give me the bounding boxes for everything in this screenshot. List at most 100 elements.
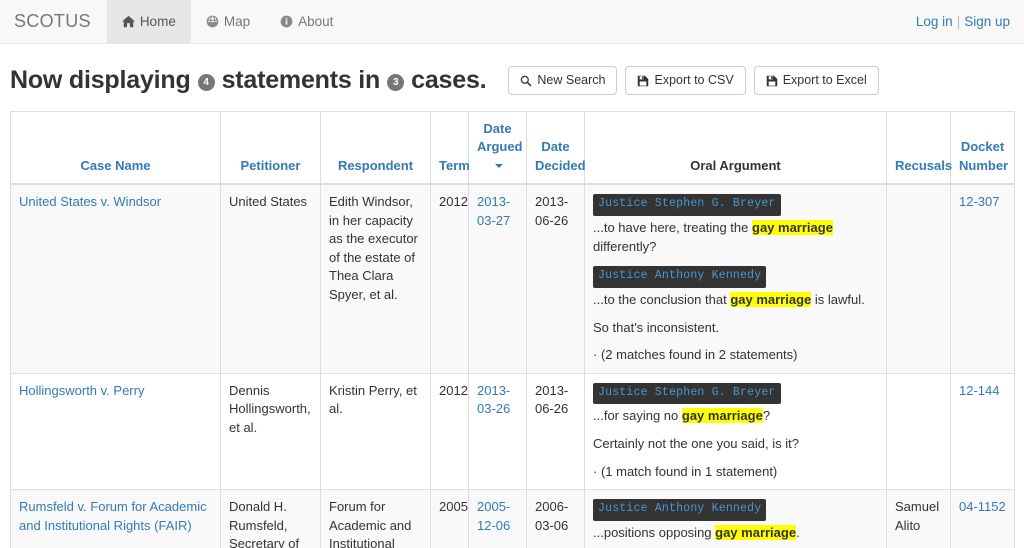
quote-text: ...to have here, treating the gay marria… (593, 219, 878, 257)
quote-fragment: is lawful. (811, 291, 865, 307)
export-excel-button[interactable]: Export to Excel (753, 66, 879, 95)
new-search-label: New Search (537, 73, 606, 87)
cell-recusals: Samuel Alito (886, 489, 951, 548)
quote-fragment: ...positions opposing (593, 524, 716, 540)
quote-extra-line: So that's inconsistent. (593, 319, 720, 335)
cell-date-decided: 2013-06-26 (526, 372, 585, 491)
quote-extra-line: Certainly not the one you said, is it? (593, 436, 799, 452)
sort-term[interactable]: Term (439, 158, 470, 173)
results-heading-row: Now displaying 4 statements in 3 cases. … (0, 44, 1024, 111)
sort-date-argued[interactable]: Date Argued (477, 121, 523, 154)
cell-recusals (886, 372, 951, 491)
sort-date-decided[interactable]: Date Decided (535, 139, 586, 172)
cell-term: 2012 (430, 183, 469, 374)
quote-fragment: ...for saying no (593, 408, 682, 424)
new-search-button[interactable]: New Search (508, 66, 618, 95)
save-icon (766, 75, 778, 87)
search-highlight: gay marriage (715, 524, 797, 540)
cell-case-name: Rumsfeld v. Forum for Academic and Insti… (10, 489, 221, 548)
signup-link[interactable]: Sign up (964, 14, 1010, 29)
quote-text: ...for saying no gay marriage? (593, 407, 878, 426)
column-header-petitioner[interactable]: Petitioner (220, 111, 321, 186)
cell-petitioner: Donald H. Rumsfeld, Secretary of Defense… (220, 489, 321, 548)
date-argued-link[interactable]: 2005-12-06 (477, 499, 510, 532)
table-row: United States v. Windsor United States Edi… (10, 183, 1015, 374)
cell-term: 2005 (430, 489, 469, 548)
info-icon (280, 15, 293, 28)
cell-respondent: Edith Windsor, in her capacity as the ex… (320, 183, 431, 374)
cell-oral-argument: Justice Stephen G. Breyer ...to have here… (584, 183, 887, 374)
cell-recusals (886, 183, 951, 374)
nav-item-map[interactable]: Map (191, 0, 265, 43)
column-header-respondent[interactable]: Respondent (320, 111, 431, 186)
cell-docket-number: 12-307 (950, 183, 1015, 374)
cell-petitioner: Dennis Hollingsworth, et al. (220, 372, 321, 491)
cell-docket-number: 04-1152 (950, 489, 1015, 548)
sort-case-name[interactable]: Case Name (80, 158, 150, 173)
globe-icon (206, 15, 219, 28)
table-row: Rumsfeld v. Forum for Academic and Insti… (10, 489, 1015, 548)
quote-fragment: ...to have here, treating the (593, 219, 752, 235)
date-argued-link[interactable]: 2013-03-27 (477, 194, 510, 227)
cell-oral-argument: Justice Anthony Kennedy ...positions oppo… (584, 489, 887, 548)
sort-petitioner[interactable]: Petitioner (241, 158, 301, 173)
column-header-date-argued[interactable]: Date Argued (468, 111, 527, 186)
results-table-wrapper: Case Name Petitioner Respondent Term Dat… (0, 111, 1024, 548)
brand-logo[interactable]: SCOTUS (0, 0, 107, 43)
nav-item-home[interactable]: Home (106, 0, 191, 43)
cell-date-decided: 2013-06-26 (526, 183, 585, 374)
headline-prefix: Now displaying (10, 66, 191, 94)
quote-fragment: ...to the conclusion that (593, 291, 731, 307)
date-argued-link[interactable]: 2013-03-26 (477, 383, 510, 416)
search-icon (520, 75, 532, 87)
table-header: Case Name Petitioner Respondent Term Dat… (10, 111, 1015, 186)
table-row: Hollingsworth v. Perry Dennis Hollingswor… (10, 372, 1015, 491)
cell-date-argued: 2005-12-06 (468, 489, 527, 548)
quote-fragment: differently? (593, 238, 657, 254)
case-name-link[interactable]: Rumsfeld v. Forum for Academic and Insti… (19, 499, 207, 532)
table-body: United States v. Windsor United States Edi… (10, 183, 1015, 548)
column-header-recusals[interactable]: Recusals (886, 111, 952, 186)
speaker-badge: Justice Stephen G. Breyer (593, 194, 781, 216)
quote-fragment: ? (762, 408, 771, 424)
quote-text: ...positions opposing gay marriage. (593, 524, 878, 543)
nav-item-about-label: About (298, 14, 334, 29)
quote-text: ...to the conclusion that gay marriage i… (593, 291, 878, 310)
sort-docket-number[interactable]: Docket Number (959, 139, 1008, 172)
speaker-badge: Justice Anthony Kennedy (593, 266, 767, 288)
column-header-term[interactable]: Term (430, 111, 470, 186)
sort-respondent[interactable]: Respondent (338, 158, 413, 173)
export-csv-button[interactable]: Export to CSV (625, 66, 746, 95)
case-name-link[interactable]: Hollingsworth v. Perry (19, 383, 144, 398)
nav-item-about[interactable]: About (265, 0, 348, 43)
save-icon (637, 75, 649, 87)
cell-petitioner: United States (220, 183, 321, 374)
column-header-case-name[interactable]: Case Name (10, 111, 221, 186)
navbar: SCOTUS Home Map About Log in | Sign up (0, 0, 1024, 44)
home-icon (121, 15, 135, 28)
headline-middle: statements in (221, 66, 381, 94)
cell-respondent: Forum for Academic and Institutional Rig… (320, 489, 431, 548)
column-header-oral-argument: Oral Argument (584, 111, 887, 186)
auth-links: Log in | Sign up (916, 0, 1024, 43)
statements-count-badge: 4 (197, 74, 215, 91)
speaker-badge: Justice Stephen G. Breyer (593, 382, 781, 405)
case-name-link[interactable]: United States v. Windsor (19, 194, 161, 209)
headline-suffix: cases. (411, 66, 487, 94)
docket-number-link[interactable]: 04-1152 (959, 499, 1006, 514)
match-summary: · (2 matches found in 2 statements) (593, 347, 798, 363)
sort-recusals[interactable]: Recusals (895, 158, 952, 173)
nav-item-map-label: Map (223, 14, 251, 29)
action-buttons: New Search Export to CSV Export to Excel (508, 66, 879, 95)
results-table: Case Name Petitioner Respondent Term Dat… (10, 111, 1015, 548)
nav-item-home-label: Home (139, 14, 176, 29)
auth-separator: | (956, 14, 961, 29)
login-link[interactable]: Log in (916, 14, 953, 29)
column-header-date-decided[interactable]: Date Decided (526, 111, 586, 186)
cell-date-argued: 2013-03-27 (468, 183, 527, 374)
cell-oral-argument: Justice Stephen G. Breyer ...for saying n… (584, 372, 887, 491)
cell-respondent: Kristin Perry, et al. (320, 372, 431, 491)
docket-number-link[interactable]: 12-307 (959, 194, 999, 209)
column-header-docket-number[interactable]: Docket Number (950, 111, 1015, 186)
docket-number-link[interactable]: 12-144 (959, 383, 999, 398)
